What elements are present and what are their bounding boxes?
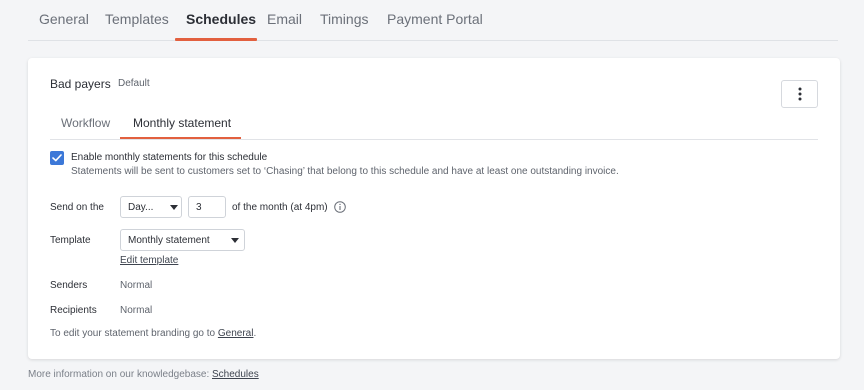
schedules-kb-link[interactable]: Schedules	[212, 369, 259, 380]
tabs-divider	[28, 40, 838, 41]
settings-tabs: General Templates Schedules Email Timing…	[0, 0, 864, 42]
active-subtab-indicator	[120, 137, 241, 139]
tab-email[interactable]: Email	[267, 11, 302, 27]
tab-schedules[interactable]: Schedules	[186, 11, 256, 27]
of-month-text: of the month (at 4pm)	[232, 202, 328, 213]
subtab-workflow[interactable]: Workflow	[61, 116, 110, 130]
tab-payment-portal[interactable]: Payment Portal	[387, 11, 483, 27]
template-select[interactable]: Monthly statement	[120, 229, 245, 251]
send-on-label: Send on the	[50, 202, 104, 213]
schedule-menu-button[interactable]	[781, 80, 818, 108]
day-select-value: Day...	[128, 202, 154, 213]
schedule-card: Bad payers Default Workflow Monthly stat…	[28, 58, 840, 359]
branding-note: To edit your statement branding go to Ge…	[50, 328, 256, 339]
default-badge: Default	[118, 78, 150, 89]
knowledgebase-note: More information on our knowledgebase: S…	[28, 369, 259, 380]
day-number-input[interactable]	[188, 196, 226, 218]
tab-templates[interactable]: Templates	[105, 11, 169, 27]
enable-statements-label: Enable monthly statements for this sched…	[71, 152, 268, 163]
enable-statements-checkbox[interactable]	[50, 151, 64, 165]
knowledgebase-note-text: More information on our knowledgebase:	[28, 369, 212, 380]
day-select[interactable]: Day...	[120, 196, 182, 218]
recipients-value: Normal	[120, 305, 153, 316]
senders-label: Senders	[50, 280, 88, 291]
general-settings-link[interactable]: General	[218, 328, 254, 339]
active-tab-indicator	[175, 38, 257, 41]
chevron-down-icon	[231, 238, 239, 243]
subtab-monthly-statement[interactable]: Monthly statement	[133, 116, 231, 130]
info-icon[interactable]	[334, 201, 346, 213]
template-label: Template	[50, 235, 91, 246]
branding-note-text: To edit your statement branding go to	[50, 328, 218, 339]
recipients-label: Recipients	[50, 305, 97, 316]
tab-general[interactable]: General	[39, 11, 89, 27]
schedule-name: Bad payers	[50, 77, 111, 91]
checkmark-icon	[52, 154, 62, 162]
chevron-down-icon	[170, 205, 178, 210]
branding-note-end: .	[253, 328, 257, 339]
enable-statements-description: Statements will be sent to customers set…	[71, 166, 619, 177]
edit-template-link[interactable]: Edit template	[120, 255, 178, 266]
subtabs-divider	[50, 139, 818, 140]
tab-timings[interactable]: Timings	[320, 11, 369, 27]
senders-value: Normal	[120, 280, 153, 291]
kebab-menu-icon	[798, 87, 801, 101]
template-select-value: Monthly statement	[128, 235, 210, 246]
